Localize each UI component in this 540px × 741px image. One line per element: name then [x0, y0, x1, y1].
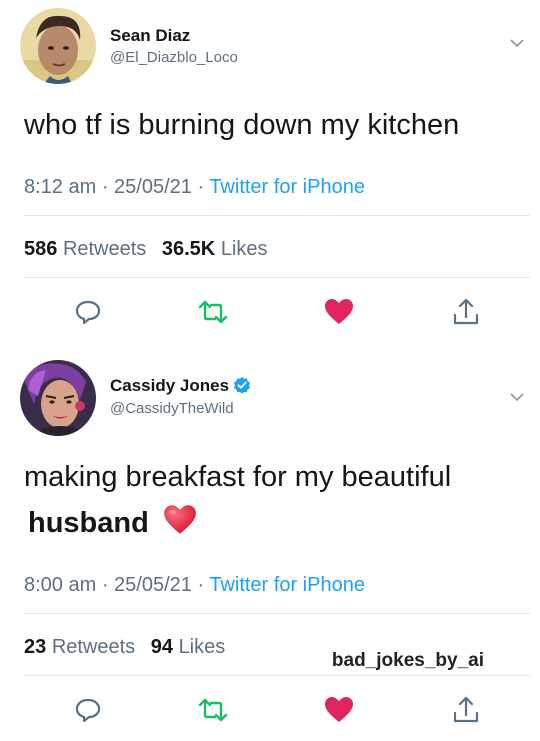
tweet-meta: 8:00 am · 25/05/21 · Twitter for iPhone: [24, 574, 365, 597]
retweets-stat[interactable]: 23 Retweets: [24, 636, 135, 658]
like-button[interactable]: [319, 690, 359, 730]
tweet-text-line: husband: [24, 504, 451, 542]
retweet-icon: [198, 300, 228, 324]
retweets-label: Retweets: [51, 636, 136, 658]
action-bar: [0, 690, 540, 730]
retweets-count: 23: [24, 636, 47, 658]
user-handle[interactable]: @El_Diazblo_Loco: [110, 49, 238, 66]
timestamp: 8:00 am · 25/05/21 ·: [24, 574, 210, 596]
avatar[interactable]: [20, 8, 96, 84]
likes-label: Likes: [220, 238, 268, 260]
avatar-image: [20, 8, 96, 84]
chevron-down-icon[interactable]: [508, 388, 526, 406]
like-button[interactable]: [319, 292, 359, 332]
user-handle[interactable]: @CassidyTheWild: [110, 400, 234, 417]
likes-label: Likes: [178, 636, 226, 658]
reply-button[interactable]: [68, 690, 108, 730]
divider: [24, 613, 530, 614]
watermark: bad_jokes_by_ai: [331, 650, 484, 671]
verified-badge-icon: [233, 376, 251, 394]
share-icon: [453, 298, 479, 325]
retweets-label: Retweets: [62, 238, 147, 260]
retweets-stat[interactable]: 586 Retweets: [24, 238, 146, 260]
likes-stat[interactable]: 36.5K Likes: [162, 238, 268, 260]
tweet-cassidy-jones: Cassidy Jones @CassidyTheWild making bre…: [0, 346, 540, 741]
divider: [24, 215, 530, 216]
reply-icon: [75, 300, 101, 325]
tweet-text: who tf is burning down my kitchen: [24, 109, 460, 141]
share-button[interactable]: [446, 690, 486, 730]
display-name[interactable]: Sean Diaz: [110, 26, 190, 46]
source-link[interactable]: Twitter for iPhone: [209, 176, 365, 198]
likes-count: 36.5K: [161, 238, 216, 260]
tweet-text-word: husband: [28, 507, 149, 539]
like-icon: [325, 299, 353, 324]
likes-count: 94: [150, 636, 173, 658]
share-button[interactable]: [446, 292, 486, 332]
chevron-down-icon[interactable]: [508, 34, 526, 52]
avatar[interactable]: [20, 360, 96, 436]
retweet-icon: [198, 698, 228, 722]
divider: [24, 277, 530, 278]
display-name-row: Cassidy Jones: [110, 376, 251, 396]
reply-icon: [75, 698, 101, 723]
share-icon: [453, 696, 479, 723]
source-link[interactable]: Twitter for iPhone: [209, 574, 365, 596]
tweet-sean-diaz: Sean Diaz @El_Diazblo_Loco who tf is bur…: [0, 0, 540, 346]
tweet-stats: 23 Retweets 94 Likes: [24, 636, 225, 659]
timestamp: 8:12 am · 25/05/21 ·: [24, 176, 210, 198]
retweet-button[interactable]: [193, 292, 233, 332]
retweets-count: 586: [24, 238, 58, 260]
avatar-image: [20, 360, 96, 436]
display-name[interactable]: Cassidy Jones: [110, 376, 229, 395]
red-heart-emoji-icon: [164, 505, 196, 534]
tweet-meta: 8:12 am · 25/05/21 · Twitter for iPhone: [24, 176, 365, 199]
like-icon: [325, 697, 353, 722]
tweet-text-line: making breakfast for my beautiful: [24, 461, 452, 493]
tweet-text: making breakfast for my beautiful husban…: [24, 458, 451, 542]
retweet-button[interactable]: [193, 690, 233, 730]
likes-stat[interactable]: 94 Likes: [151, 636, 226, 658]
reply-button[interactable]: [68, 292, 108, 332]
tweet-stats: 586 Retweets 36.5K Likes: [24, 238, 268, 261]
divider: [24, 675, 530, 676]
action-bar: [0, 292, 540, 332]
